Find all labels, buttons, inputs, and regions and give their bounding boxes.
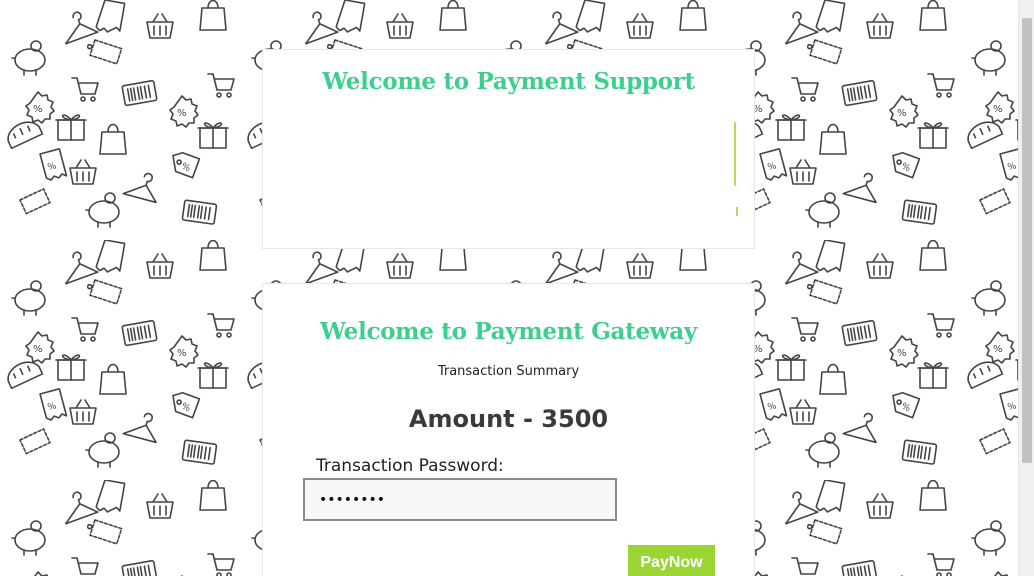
transaction-password-input[interactable] bbox=[303, 478, 617, 521]
transaction-password-label: Transaction Password: bbox=[316, 456, 504, 476]
scrollbar-thumb[interactable] bbox=[1022, 18, 1032, 463]
support-chat-frame-marker bbox=[736, 207, 738, 216]
page-scrollbar[interactable] bbox=[1018, 0, 1034, 576]
support-chat-frame-edge bbox=[734, 122, 737, 186]
support-title: Welcome to Payment Support bbox=[322, 68, 695, 95]
pay-now-button[interactable]: PayNow bbox=[628, 545, 715, 576]
payment-gateway-panel: Welcome to Payment Gateway Transaction S… bbox=[262, 283, 755, 576]
amount-display: Amount - 3500 bbox=[408, 405, 609, 433]
transaction-summary-heading: Transaction Summary bbox=[437, 364, 580, 379]
payment-support-panel: Welcome to Payment Support bbox=[262, 49, 755, 249]
gateway-title: Welcome to Payment Gateway bbox=[320, 318, 697, 345]
